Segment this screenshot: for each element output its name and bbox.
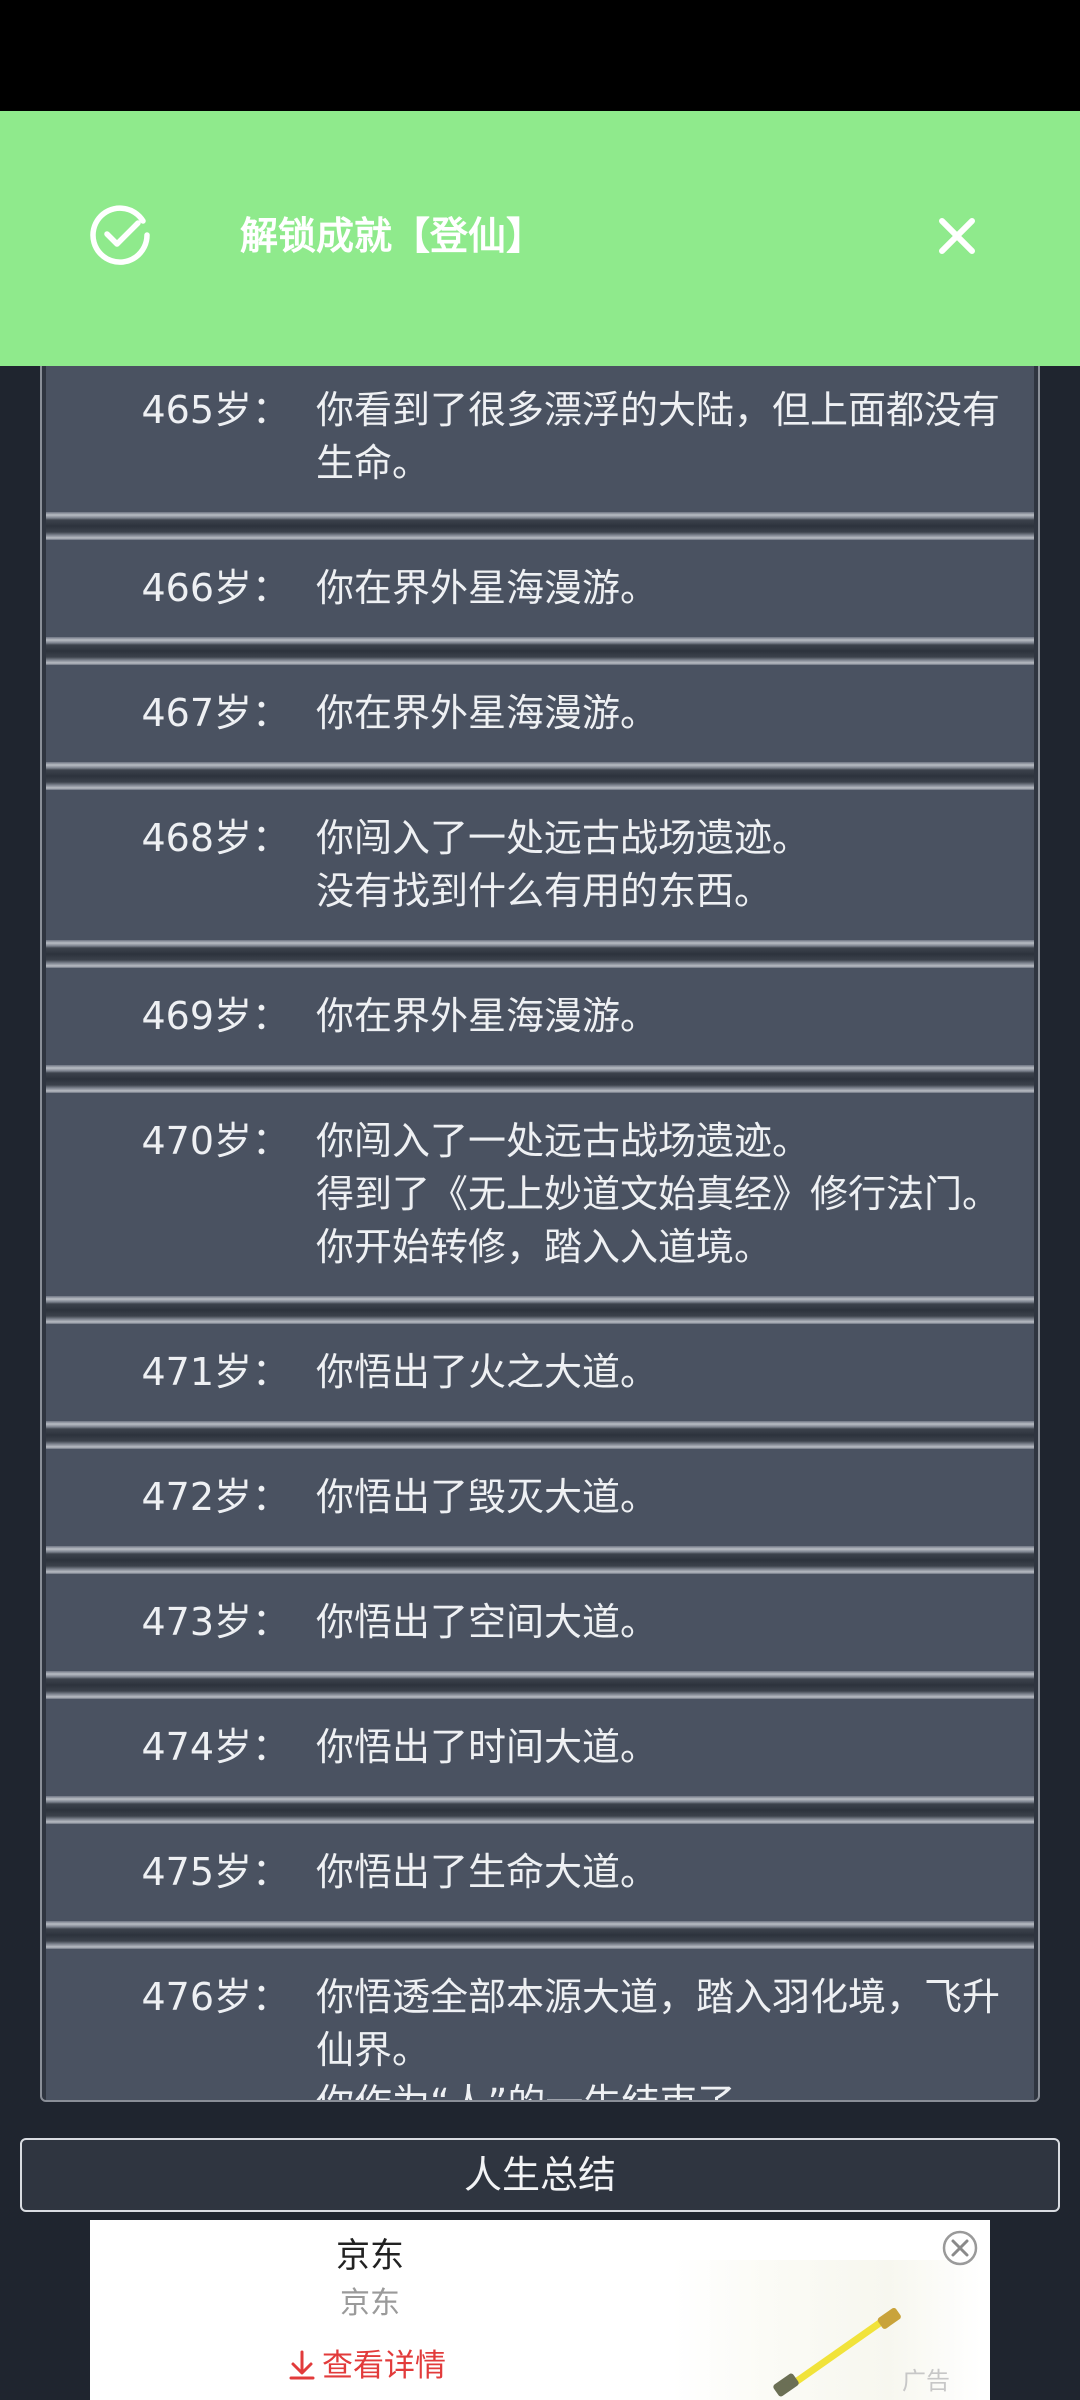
check-circle-icon bbox=[90, 205, 150, 265]
entry-age: 467岁： bbox=[141, 691, 290, 735]
entry-line: 得到了《无上妙道文始真经》修行法门。 bbox=[316, 1172, 1001, 1216]
entry-text: 你悟出了火之大道。 bbox=[316, 1346, 1036, 1399]
log-entry: 472岁： 你悟出了毁灭大道。 bbox=[46, 1449, 1034, 1546]
log-entry: 467岁： 你在界外星海漫游。 bbox=[46, 665, 1034, 762]
life-log-panel[interactable]: 464岁：你在界外星海漫游。465岁：你看到了很多漂浮的大陆，但上面都没有生命。… bbox=[40, 330, 1040, 2102]
entry-divider bbox=[46, 1065, 1034, 1093]
achievement-toast: 解锁成就【登仙】 bbox=[0, 111, 1080, 366]
entry-line: 仙界。 bbox=[316, 2028, 431, 2072]
ad-label: 广告 bbox=[902, 2367, 950, 2395]
entry-line: 你闯入了一处远古战场遗迹。 bbox=[316, 1119, 811, 1163]
log-entry: 466岁： 你在界外星海漫游。 bbox=[46, 540, 1034, 637]
entry-divider bbox=[46, 1296, 1034, 1324]
entry-text: 你悟出了毁灭大道。 bbox=[316, 1471, 1036, 1524]
entry-line: 没有找到什么有用的东西。 bbox=[316, 869, 773, 913]
ad-cta-label: 查看详情 bbox=[322, 2348, 446, 2384]
status-bar bbox=[0, 0, 1080, 111]
entry-text: 你悟出了时间大道。 bbox=[316, 1721, 1036, 1774]
log-entry: 465岁： 你看到了很多漂浮的大陆，但上面都没有 生命。 bbox=[46, 362, 1034, 512]
entry-line: 你悟透全部本源大道，踏入羽化境，飞升 bbox=[316, 1975, 1001, 2019]
log-entry: 476岁： 你悟透全部本源大道，踏入羽化境，飞升仙界。你作为“人”的一生结束了。 bbox=[46, 1949, 1036, 2100]
ad-close-icon[interactable] bbox=[942, 2230, 978, 2266]
entry-line: 你在界外星海漫游。 bbox=[316, 994, 659, 1038]
ad-subtitle: 京东 bbox=[340, 2286, 400, 2321]
entry-age: 470岁： bbox=[141, 1119, 290, 1163]
entry-text: 你看到了很多漂浮的大陆，但上面都没有 生命。 bbox=[316, 384, 1036, 490]
entry-line: 你悟出了空间大道。 bbox=[316, 1600, 659, 1644]
entry-line: 你作为“人”的一生结束了。 bbox=[316, 2077, 1036, 2100]
log-entry: 475岁： 你悟出了生命大道。 bbox=[46, 1824, 1034, 1921]
entry-line: 你开始转修，踏入入道境。 bbox=[316, 1225, 773, 1269]
entry-line: 你看到了很多漂浮的大陆，但上面都没有 bbox=[316, 388, 1001, 432]
entry-age: 474岁： bbox=[141, 1725, 290, 1769]
entry-text: 你闯入了一处远古战场遗迹。 没有找到什么有用的东西。 bbox=[316, 812, 1036, 918]
entry-age: 475岁： bbox=[141, 1850, 290, 1894]
entry-divider bbox=[46, 1921, 1034, 1949]
download-arrow-icon bbox=[289, 2350, 315, 2380]
entry-line: 你悟出了火之大道。 bbox=[316, 1350, 659, 1394]
entry-age: 465岁： bbox=[141, 388, 290, 432]
life-summary-button[interactable]: 人生总结 bbox=[20, 2138, 1060, 2212]
log-entry: 469岁： 你在界外星海漫游。 bbox=[46, 968, 1034, 1065]
close-icon[interactable] bbox=[932, 211, 982, 261]
entry-line: 你在界外星海漫游。 bbox=[316, 566, 659, 610]
entry-age: 471岁： bbox=[141, 1350, 290, 1394]
entry-divider bbox=[46, 1546, 1034, 1574]
entry-age: 473岁： bbox=[141, 1600, 290, 1644]
entry-divider bbox=[46, 1421, 1034, 1449]
log-entry: 470岁： 你闯入了一处远古战场遗迹。得到了《无上妙道文始真经》修行法门。 你开始转… bbox=[46, 1093, 1034, 1296]
entry-line: 生命。 bbox=[316, 441, 431, 485]
ad-view-details-link[interactable]: 查看详情 bbox=[288, 2344, 446, 2388]
entry-age: 472岁： bbox=[141, 1475, 290, 1519]
entry-text: 你在界外星海漫游。 bbox=[316, 687, 1036, 740]
entry-text: 你在界外星海漫游。 bbox=[316, 562, 1036, 615]
entry-divider bbox=[46, 512, 1034, 540]
entry-line: 你悟出了生命大道。 bbox=[316, 1850, 659, 1894]
entry-age: 476岁： bbox=[141, 1975, 290, 2019]
entry-text: 你悟出了空间大道。 bbox=[316, 1596, 1036, 1649]
entry-divider bbox=[46, 637, 1034, 665]
entry-age: 466岁： bbox=[141, 566, 290, 610]
log-entry: 474岁： 你悟出了时间大道。 bbox=[46, 1699, 1034, 1796]
entry-line: 你悟出了毁灭大道。 bbox=[316, 1475, 659, 1519]
entry-age: 468岁： bbox=[141, 816, 290, 860]
entry-text: 你悟透全部本源大道，踏入羽化境，飞升仙界。你作为“人”的一生结束了。 bbox=[316, 1971, 1036, 2100]
entry-divider bbox=[46, 1671, 1034, 1699]
entry-text: 你闯入了一处远古战场遗迹。得到了《无上妙道文始真经》修行法门。 你开始转修，踏入入… bbox=[316, 1115, 1036, 1274]
entry-divider bbox=[46, 940, 1034, 968]
entry-age: 469岁： bbox=[141, 994, 290, 1038]
ad-banner[interactable]: 京东 京东 查看详情 广告 bbox=[90, 2220, 990, 2400]
log-entry: 473岁： 你悟出了空间大道。 bbox=[46, 1574, 1034, 1671]
entry-divider bbox=[46, 762, 1034, 790]
entry-line: 你悟出了时间大道。 bbox=[316, 1725, 659, 1769]
entry-divider bbox=[46, 1796, 1034, 1824]
log-entry: 468岁： 你闯入了一处远古战场遗迹。 没有找到什么有用的东西。 bbox=[46, 790, 1034, 940]
entry-text: 你在界外星海漫游。 bbox=[316, 990, 1036, 1043]
entry-line: 你闯入了一处远古战场遗迹。 bbox=[316, 816, 811, 860]
entry-line: 你在界外星海漫游。 bbox=[316, 691, 659, 735]
entry-text: 你悟出了生命大道。 bbox=[316, 1846, 1036, 1899]
log-entry: 471岁： 你悟出了火之大道。 bbox=[46, 1324, 1034, 1421]
toast-title: 解锁成就【登仙】 bbox=[240, 214, 545, 258]
ad-title: 京东 bbox=[336, 2236, 404, 2276]
